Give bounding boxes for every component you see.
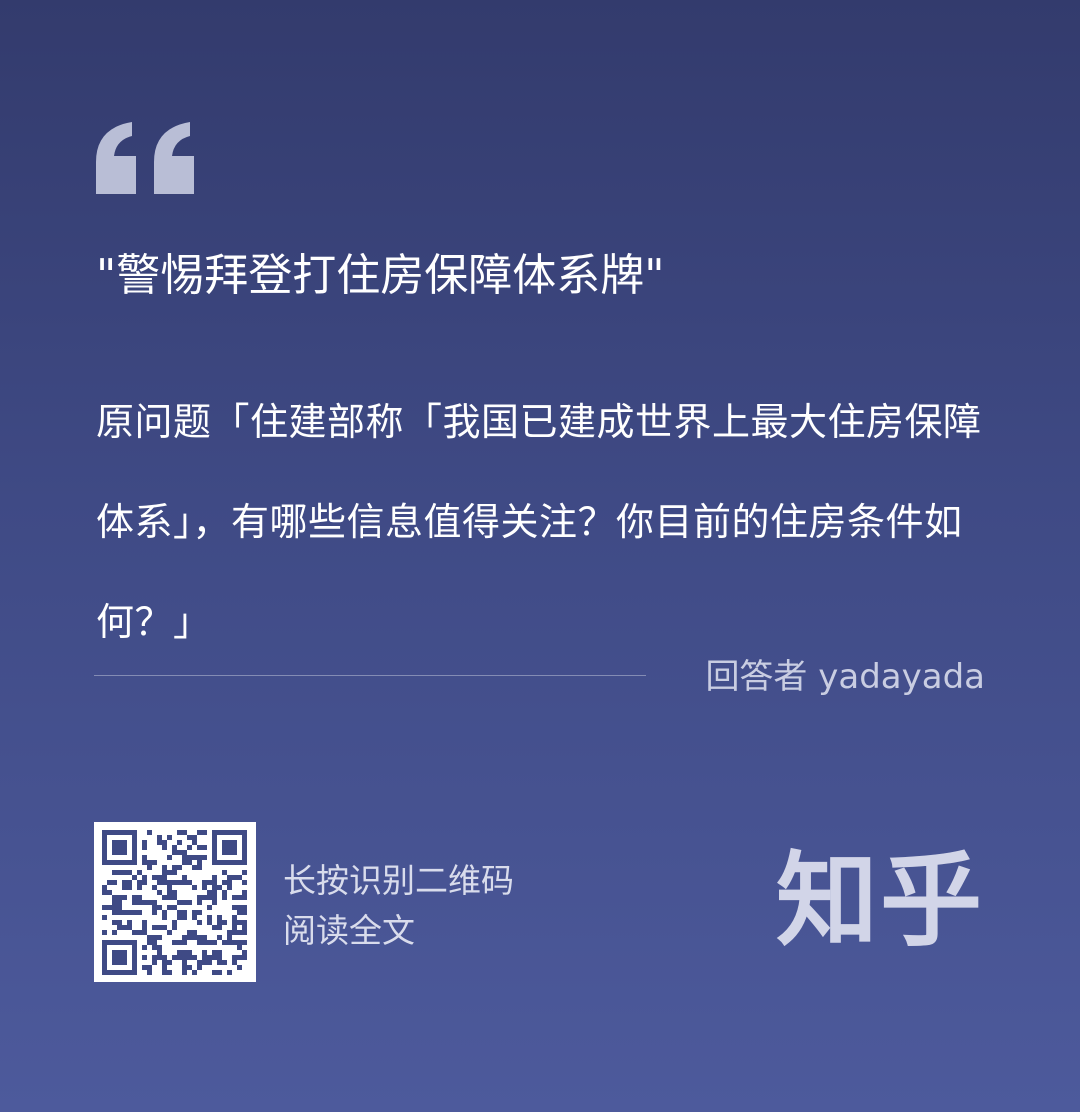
qr-prompt-line1: 长按识别二维码 [283,861,514,900]
divider [94,675,646,676]
headline: "警惕拜登打住房保障体系牌" [96,250,665,301]
qr-code-icon[interactable] [94,822,256,982]
zhihu-logo: 知乎 [776,841,984,961]
answerer-label: 回答者 yadayada [705,657,985,697]
qr-prompt-line2: 阅读全文 [283,911,415,950]
original-question: 原问题「住建部称「我国已建成世界上最大住房保障体系」，有哪些信息值得关注？你目前… [96,400,982,644]
qr-prompt: 长按识别二维码 阅读全文 [283,856,514,956]
quote-icon [96,122,194,194]
